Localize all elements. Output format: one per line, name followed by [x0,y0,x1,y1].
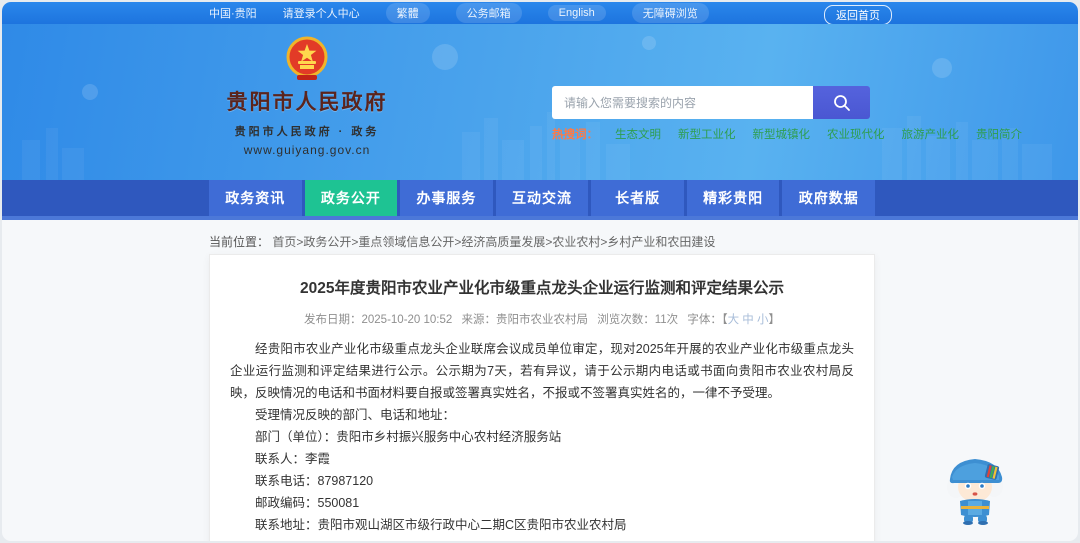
publish-date: 发布日期：2025-10-20 10:52 [303,314,453,326]
bracket: 】 [768,314,781,326]
font-size-label: 字体： [687,314,722,326]
mascot-character-icon[interactable] [942,453,1010,525]
hot-search-link[interactable]: 新型工业化 [678,126,736,142]
font-size-medium-button[interactable]: 中 [742,314,754,326]
return-home-button[interactable]: 返回首页 [824,5,892,25]
national-emblem-icon [286,36,328,80]
browser-page: 中国·贵阳 请登录个人中心 繁體 公务邮箱 English 无障碍浏览 返回首页 [2,2,1078,541]
search-icon [833,94,850,111]
contact-phone: 联系电话：87987120 [255,474,374,488]
search-button[interactable] [813,86,870,119]
hot-search-link[interactable]: 生态文明 [615,126,661,142]
article-meta: 发布日期：2025-10-20 10:52 来源：贵阳市农业农村局 浏览次数：1… [230,311,854,327]
hot-search-link[interactable]: 新型城镇化 [753,126,811,142]
font-size-large-button[interactable]: 大 [728,314,740,326]
nav-tab-zhengfu-shuju[interactable]: 政府数据 [782,180,876,216]
breadcrumb-label: 当前位置： [209,235,270,249]
decor-bubble [932,58,952,78]
hot-search-row: 热搜词： 生态文明 新型工业化 新型城镇化 农业现代化 旅游产业化 贵阳简介 [552,126,1022,142]
nav-tab-zhengwu-zixun[interactable]: 政务资讯 [209,180,302,216]
topbar-link-traditional-chinese[interactable]: 繁體 [385,3,430,23]
hot-search-link[interactable]: 贵阳简介 [976,126,1022,142]
decor-bubble [82,84,98,100]
site-title: 贵阳市人民政府 [226,91,388,114]
cityscape-graphic [22,112,1052,180]
font-size-small-button[interactable]: 小 [757,314,769,326]
article-paragraph: 受理情况反映的部门、电话和地址： [255,408,456,422]
article-source: 来源：贵阳市农业农村局 [461,314,589,326]
contact-address: 联系地址：贵阳市观山湖区市级行政中心二期C区贵阳市农业农村局 [255,518,627,532]
article-body: 经贵阳市农业产业化市级重点龙头企业联席会议成员单位审定，现对2025年开展的农业… [230,338,854,536]
contact-department: 部门（单位）：贵阳市乡村振兴服务中心农村经济服务站 [255,430,562,444]
contact-postcode: 邮政编码：550081 [255,496,360,510]
decor-bubble [642,36,656,50]
nav-tab-zhangzheban[interactable]: 长者版 [591,180,684,216]
article-card: 2025年度贵阳市农业产业化市级重点龙头企业运行监测和评定结果公示 发布日期：2… [209,254,875,541]
search-bar [552,86,870,119]
nav-tab-banshi-fuwu[interactable]: 办事服务 [400,180,493,216]
main-navigation: 政务资讯 政务公开 办事服务 互动交流 长者版 精彩贵阳 政府数据 [2,180,1078,216]
topbar-link-login-personal-center[interactable]: 请登录个人中心 [283,5,360,21]
decor-bubble [432,44,458,70]
topbar-link-official-mail[interactable]: 公务邮箱 [455,3,522,23]
article-title: 2025年度贵阳市农业产业化市级重点龙头企业运行监测和评定结果公示 [300,280,784,297]
hot-search-label: 热搜词： [552,129,598,141]
topbar-link-china-guiyang[interactable]: 中国·贵阳 [209,5,257,21]
nav-tab-zhengwu-gongkai[interactable]: 政务公开 [304,180,398,216]
article-paragraph: 经贵阳市农业产业化市级重点龙头企业联席会议成员单位审定，现对2025年开展的农业… [230,342,854,400]
hot-search-link[interactable]: 农业现代化 [827,126,885,142]
topbar-link-accessibility[interactable]: 无障碍浏览 [631,3,709,23]
topbar-links: 中国·贵阳 请登录个人中心 繁體 公务邮箱 English 无障碍浏览 [209,3,709,23]
site-url: www.guiyang.gov.cn [243,143,371,157]
topbar-link-english[interactable]: English [547,5,606,21]
nav-tab-hudong-jiaoliu[interactable]: 互动交流 [495,180,589,216]
search-input[interactable] [552,86,813,119]
site-subtitle: 贵阳市人民政府 · 政务 [234,126,380,138]
site-banner: 贵阳市人民政府 贵阳市人民政府 · 政务 www.guiyang.gov.cn … [2,24,1078,180]
site-brand: 贵阳市人民政府 贵阳市人民政府 · 政务 www.guiyang.gov.cn [212,36,402,157]
breadcrumb-path[interactable]: 首页>政务公开>重点领域信息公开>经济高质量发展>农业农村>乡村产业和农田建设 [272,235,715,249]
nav-tab-jingcai-guiyang[interactable]: 精彩贵阳 [686,180,780,216]
top-utility-bar: 中国·贵阳 请登录个人中心 繁體 公务邮箱 English 无障碍浏览 返回首页 [2,2,1078,25]
contact-person: 联系人：李霞 [255,452,331,466]
hot-search-link[interactable]: 旅游产业化 [902,126,960,142]
view-count: 浏览次数：11次 [597,314,679,326]
